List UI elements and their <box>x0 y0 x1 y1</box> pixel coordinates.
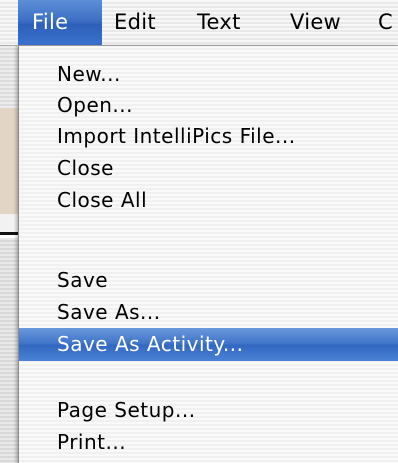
menu-item-close[interactable]: Close <box>19 152 398 184</box>
menu-item-import-intellipics[interactable]: Import IntelliPics File... <box>19 120 398 152</box>
menu-item-close-all[interactable]: Close All <box>19 184 398 216</box>
background-window-stripe <box>0 238 18 463</box>
menu-item-print[interactable]: Print... <box>19 426 398 458</box>
menu-file[interactable]: File <box>18 0 102 45</box>
menu-text[interactable]: Text <box>197 0 241 45</box>
background-window <box>0 46 18 463</box>
menu-item-save-as[interactable]: Save As... <box>19 296 398 328</box>
menu-truncated[interactable]: C <box>378 0 393 45</box>
menu-item-save[interactable]: Save <box>19 264 398 296</box>
menu-item-page-setup[interactable]: Page Setup... <box>19 394 398 426</box>
menu-item-new[interactable]: New... <box>19 58 398 90</box>
background-window-stripe <box>0 214 18 232</box>
background-window-panel <box>0 108 18 214</box>
menu-edit[interactable]: Edit <box>114 0 156 45</box>
menu-bar: File Edit Text View C <box>0 0 398 46</box>
background-window-stripe <box>0 46 18 108</box>
screen: File Edit Text View C New... Open... Imp… <box>0 0 398 463</box>
menu-item-open[interactable]: Open... <box>19 89 398 121</box>
menu-item-save-as-activity[interactable]: Save As Activity... <box>19 328 398 361</box>
file-menu-dropdown: New... Open... Import IntelliPics File..… <box>18 46 398 463</box>
menu-view[interactable]: View <box>290 0 341 45</box>
